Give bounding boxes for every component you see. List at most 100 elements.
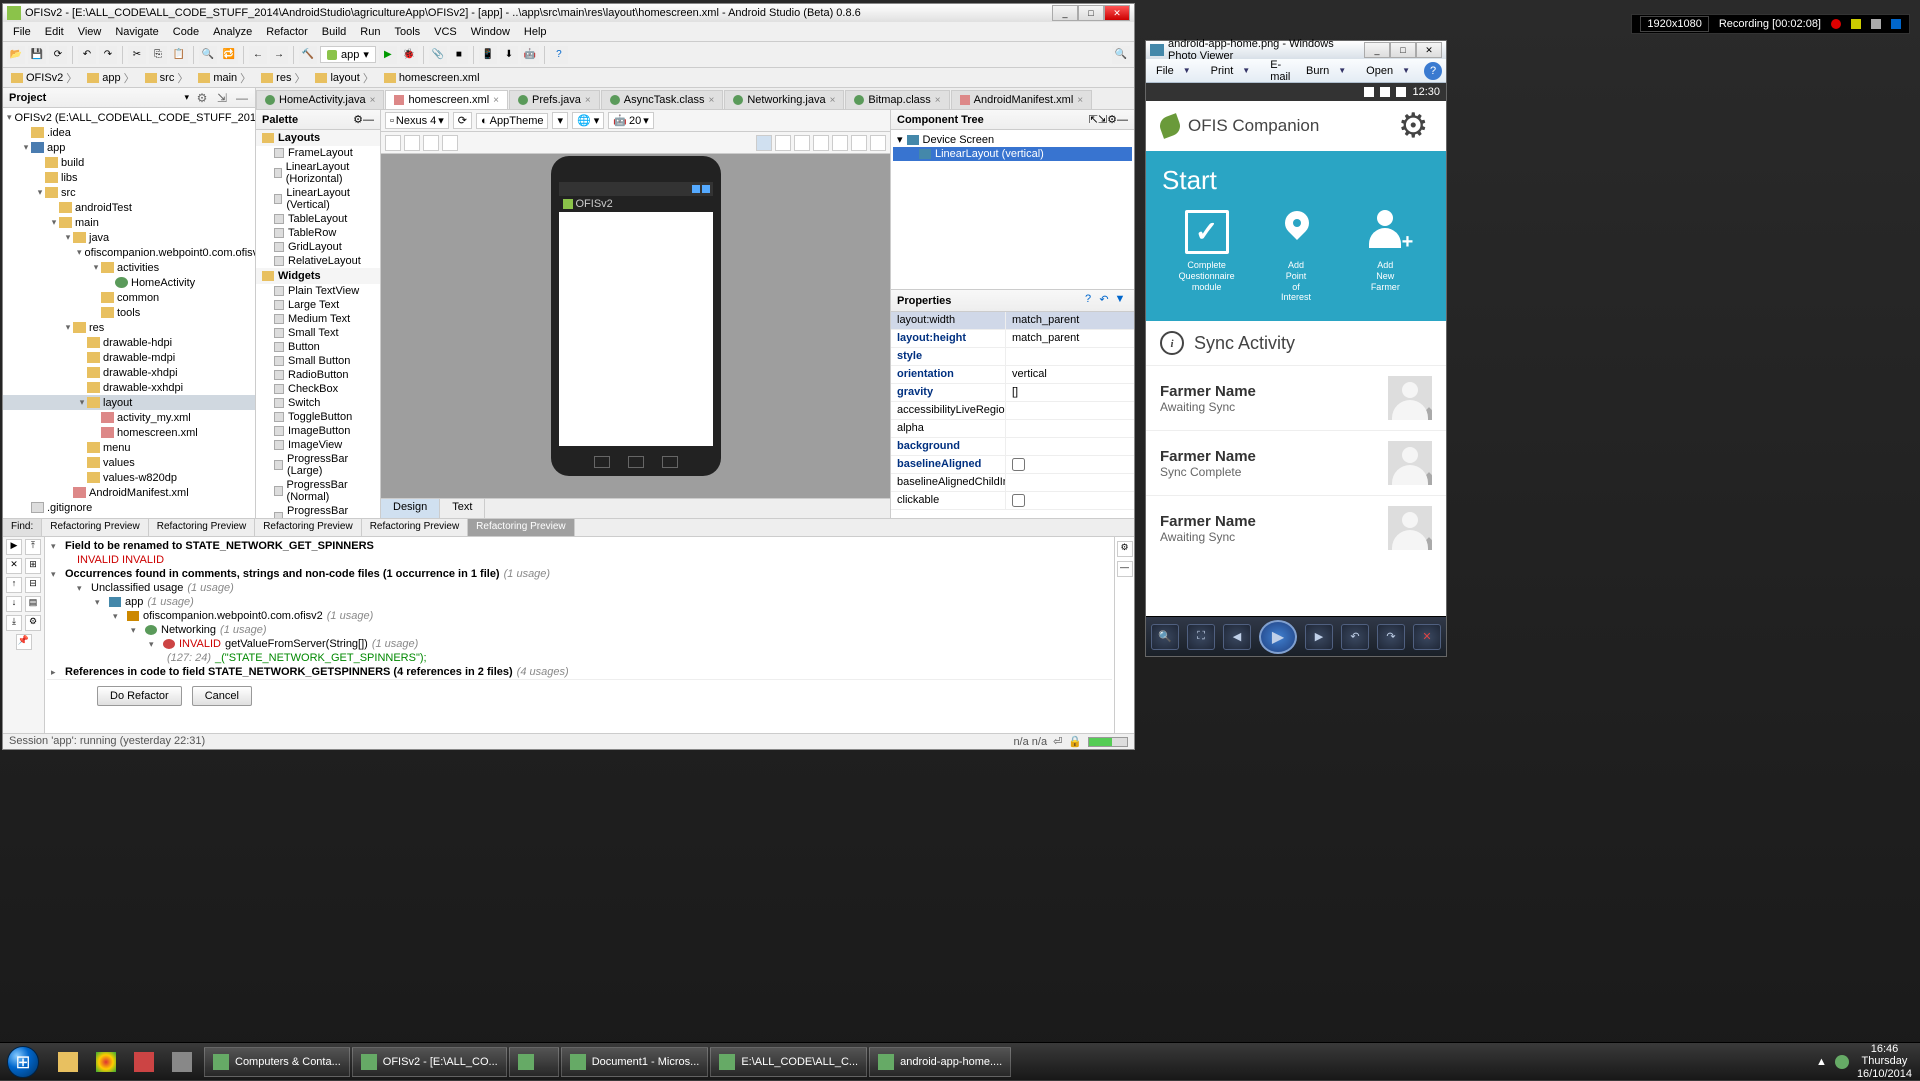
pv-minimize-button[interactable]: _ [1364, 42, 1390, 58]
find-tab[interactable]: Refactoring Preview [362, 519, 468, 536]
taskbar-clock[interactable]: 16:46 Thursday 16/10/2014 [1857, 1043, 1912, 1079]
cancel-refactor-button[interactable]: Cancel [192, 686, 252, 706]
export-icon[interactable]: ⤓ [6, 615, 22, 631]
project-settings-icon[interactable]: ⚙ [195, 91, 209, 105]
palette-item[interactable]: Plain TextView [256, 284, 380, 298]
pv-slideshow-icon[interactable]: ▶ [1259, 620, 1297, 654]
palette-item[interactable]: GridLayout [256, 240, 380, 254]
tree-item[interactable]: menu [3, 440, 255, 455]
locale-selector[interactable]: 🌐 ▾ [572, 112, 604, 129]
search-everywhere-icon[interactable]: 🔍 [1112, 46, 1130, 64]
menu-view[interactable]: View [72, 24, 108, 40]
forward-icon[interactable]: → [270, 46, 288, 64]
palette-item[interactable]: LinearLayout (Horizontal) [256, 160, 380, 186]
expand-all-icon[interactable]: ⊞ [25, 558, 41, 574]
property-row[interactable]: orientationvertical [891, 366, 1134, 384]
tree-item[interactable]: .idea [3, 125, 255, 140]
close-tab-icon[interactable]: × [493, 95, 499, 106]
rerun-icon[interactable]: ▶ [6, 539, 22, 555]
props-reset-icon[interactable]: ↶ [1096, 293, 1112, 309]
tree-item[interactable]: ▾res [3, 320, 255, 335]
ddms-icon[interactable]: 🤖 [521, 46, 539, 64]
tree-item[interactable]: drawable-xhdpi [3, 365, 255, 380]
props-filter-icon[interactable]: ▼ [1112, 293, 1128, 309]
close-find-icon[interactable]: ✕ [6, 558, 22, 574]
tree-item[interactable]: androidTest [3, 200, 255, 215]
find-results-tree[interactable]: ▾Field to be renamed to STATE_NETWORK_GE… [45, 537, 1114, 733]
property-row[interactable]: alpha [891, 420, 1134, 438]
breadcrumb-item[interactable]: layout〉 [311, 69, 377, 87]
tree-item[interactable]: ▾app [3, 140, 255, 155]
pv-menu-e-mail[interactable]: E-mail [1264, 57, 1298, 85]
palette-item[interactable]: Switch [256, 396, 380, 410]
menu-navigate[interactable]: Navigate [109, 24, 164, 40]
palette-item[interactable]: Medium Text [256, 312, 380, 326]
tray-overflow-icon[interactable]: ▲ [1816, 1056, 1827, 1068]
palette-item[interactable]: ProgressBar (Normal) [256, 478, 380, 504]
expand-tree-icon[interactable]: ⇱ [1089, 113, 1098, 126]
help-icon[interactable]: ? [550, 46, 568, 64]
component-tree-item[interactable]: LinearLayout (vertical) [893, 147, 1132, 161]
autoscroll-icon[interactable]: ⤒ [25, 539, 41, 555]
tree-item[interactable]: .gitignore [3, 500, 255, 515]
taskbar-item[interactable]: E:\ALL_CODE\ALL_C... [710, 1047, 867, 1077]
editor-tab[interactable]: Prefs.java× [509, 90, 600, 109]
collapse-tree-icon[interactable]: ⇲ [1098, 113, 1107, 126]
redo-icon[interactable]: ↷ [99, 46, 117, 64]
pinned-app-icon[interactable] [126, 1047, 162, 1077]
close-button[interactable]: ✕ [1104, 5, 1130, 21]
device-selector[interactable]: ▫ Nexus 4 ▾ [385, 112, 449, 129]
tree-item[interactable]: ▾activities [3, 260, 255, 275]
menu-analyze[interactable]: Analyze [207, 24, 258, 40]
palette-item[interactable]: Small Text [256, 326, 380, 340]
palette-item[interactable]: TableRow [256, 226, 380, 240]
pv-help-icon[interactable]: ? [1424, 62, 1442, 80]
line-ending-icon[interactable]: ⏎ [1053, 735, 1062, 748]
start-button[interactable] [0, 1043, 46, 1081]
property-row[interactable]: accessibilityLiveRegion [891, 402, 1134, 420]
palette-item[interactable]: ProgressBar (Large) [256, 452, 380, 478]
tree-item[interactable]: tools [3, 305, 255, 320]
pv-prev-icon[interactable]: ◀ [1223, 624, 1251, 650]
property-row[interactable]: baselineAligned [891, 456, 1134, 474]
design-canvas[interactable]: OFISv2 [381, 154, 890, 498]
find-icon[interactable]: 🔍 [199, 46, 217, 64]
next-icon[interactable]: ↓ [6, 596, 22, 612]
pv-next-icon[interactable]: ▶ [1305, 624, 1333, 650]
pv-close-button[interactable]: ✕ [1416, 42, 1442, 58]
replace-icon[interactable]: 🔁 [220, 46, 238, 64]
taskbar-item[interactable]: Computers & Conta... [204, 1047, 350, 1077]
palette-item[interactable]: ToggleButton [256, 410, 380, 424]
tree-item[interactable]: drawable-mdpi [3, 350, 255, 365]
tree-item[interactable]: common [3, 290, 255, 305]
pinned-app2-icon[interactable] [164, 1047, 200, 1077]
avd-icon[interactable]: 📱 [479, 46, 497, 64]
taskbar-item[interactable] [509, 1047, 559, 1077]
breadcrumb-item[interactable]: main〉 [194, 69, 255, 87]
palette-item[interactable]: RelativeLayout [256, 254, 380, 268]
pin-icon[interactable]: 📌 [16, 634, 32, 650]
taskbar-item[interactable]: Document1 - Micros... [561, 1047, 709, 1077]
orientation-icon[interactable]: ⟳ [453, 112, 472, 129]
pv-menu-burn[interactable]: Burn ▼ [1300, 62, 1358, 79]
find-tab[interactable]: Refactoring Preview [468, 519, 574, 536]
back-icon[interactable]: ← [249, 46, 267, 64]
breadcrumb-item[interactable]: res〉 [257, 69, 309, 87]
shrink-icon[interactable] [442, 135, 458, 151]
tree-item[interactable]: ▾java [3, 230, 255, 245]
api-selector[interactable]: 🤖 20 ▾ [608, 112, 653, 129]
tree-item[interactable]: values [3, 455, 255, 470]
palette-item[interactable]: Small Button [256, 354, 380, 368]
editor-tab[interactable]: Networking.java× [724, 90, 844, 109]
palette-item[interactable]: Large Text [256, 298, 380, 312]
editor-tab[interactable]: homescreen.xml× [385, 90, 508, 109]
property-row[interactable]: background [891, 438, 1134, 456]
close-tab-icon[interactable]: × [585, 95, 591, 106]
close-tab-icon[interactable]: × [708, 95, 714, 106]
breadcrumb-item[interactable]: src〉 [141, 69, 193, 87]
settings-find-icon[interactable]: ⚙ [25, 615, 41, 631]
maximize-button[interactable]: □ [1078, 5, 1104, 21]
activity-selector[interactable]: ▾ [552, 112, 568, 129]
tree-item[interactable]: ▾src [3, 185, 255, 200]
save-icon[interactable]: 💾 [28, 46, 46, 64]
